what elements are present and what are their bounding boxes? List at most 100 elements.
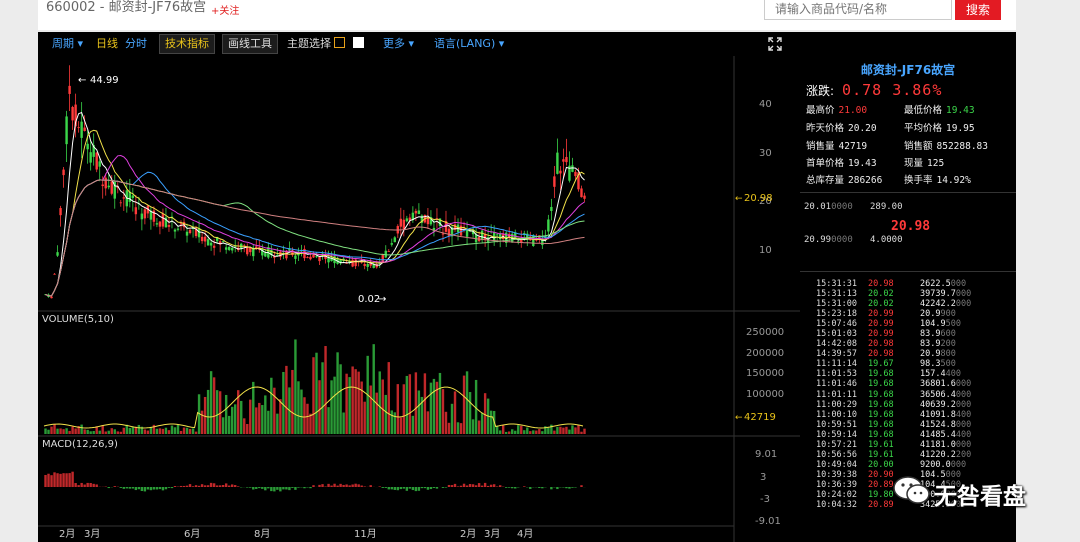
- price-axis-tick: 30: [759, 148, 772, 159]
- stat-current-volume: 现量 125: [904, 158, 945, 169]
- volume-bars: [43, 339, 586, 434]
- time-axis-label: 3月: [484, 528, 500, 540]
- trade-row: 10:59:51 19.68 41524.8000: [816, 419, 972, 430]
- volume-indicator-title: VOLUME(5,10): [42, 314, 114, 325]
- time-axis: 2月 3月 6月 8月 11月 2月 3月 4月: [59, 528, 533, 540]
- time-axis-label: 11月: [354, 528, 377, 540]
- trade-row: 14:42:08 20.98 83.9200: [816, 339, 956, 350]
- low-price-marker: 0.02: [358, 294, 380, 305]
- macd-axis: 9.01 3 -3 -9.01: [755, 449, 781, 527]
- sell-order: 20.010000 289.00: [804, 202, 903, 212]
- trade-row: 11:01:11 19.68 36506.4000: [816, 389, 972, 400]
- trade-row: 15:23:18 20.99 20.9900: [816, 309, 956, 320]
- theme-light-swatch[interactable]: [353, 37, 364, 48]
- stat-stock: 总库存量 286266: [806, 175, 883, 186]
- caret-down-icon: ▾: [408, 37, 415, 50]
- follow-link[interactable]: +关注: [211, 2, 239, 17]
- price-axis-tick: 40: [759, 99, 772, 110]
- watermark: 无咎看盘: [892, 472, 1052, 510]
- macd-axis-tick: 9.01: [755, 449, 777, 460]
- quote-title: 邮资封-JF76故宫: [860, 63, 956, 77]
- current-price-marker-arrow: ←: [735, 194, 743, 204]
- more-menu[interactable]: 更多 ▾: [383, 37, 414, 51]
- caret-down-icon: ▾: [498, 37, 505, 50]
- last-price: 20.98: [891, 219, 931, 234]
- stat-first-price: 首单价格 19.43: [806, 158, 877, 169]
- volume-axis: 250000 200000 150000 100000: [746, 327, 784, 400]
- trade-row: 15:07:46 20.99 104.9500: [816, 319, 961, 330]
- watermark-text: 无咎看盘: [934, 484, 1026, 510]
- time-axis-label: 6月: [184, 528, 200, 540]
- chart-toolbar: 周期 ▾ 日线 分时 技术指标 画线工具 主题选择 更多 ▾ 语言(LANG) …: [38, 32, 800, 56]
- stat-low: 最低价格 19.43: [904, 105, 975, 116]
- time-axis-label: 2月: [460, 528, 476, 540]
- high-price-marker: 44.99: [90, 75, 119, 86]
- trade-row: 11:00:29 19.68 40639.2000: [816, 399, 972, 410]
- macd-axis-tick: 3: [760, 472, 766, 483]
- volume-marker-arrow: ←: [735, 413, 743, 423]
- wechat-icon: [893, 476, 930, 504]
- trade-row: 10:57:21 19.61 41181.0000: [816, 439, 972, 450]
- trade-row: 10:59:14 19.68 41485.4400: [816, 429, 972, 440]
- stat-prev-close: 昨天价格 20.20: [806, 123, 877, 134]
- caret-down-icon: ▾: [77, 37, 84, 50]
- more-label: 更多: [383, 37, 405, 50]
- macd-indicator-title: MACD(12,26,9): [42, 439, 118, 450]
- product-code-title: 660002 - 邮资封-JF76故宫: [46, 0, 207, 15]
- stat-turnover: 换手率 14.92%: [904, 175, 971, 186]
- product-search-input[interactable]: [764, 0, 952, 20]
- trade-row: 11:01:46 19.68 36801.6000: [816, 379, 972, 390]
- trade-row: 11:11:14 19.67 98.3500: [816, 359, 956, 370]
- fullscreen-icon[interactable]: [768, 36, 782, 55]
- trade-row: 11:01:53 19.68 157.4400: [816, 369, 961, 380]
- buy-order: 20.990000 4.0000: [804, 235, 903, 245]
- time-axis-label: 8月: [254, 528, 270, 540]
- stat-avg: 平均价格 19.95: [904, 123, 975, 134]
- macd-axis-tick: -3: [760, 494, 770, 505]
- chart-grid: [38, 56, 800, 542]
- language-label: 语言(LANG): [434, 37, 496, 50]
- divider: [800, 192, 1016, 193]
- divider: [800, 271, 1016, 272]
- minute-tab[interactable]: 分时: [125, 37, 147, 51]
- trade-row: 14:39:57 20.98 20.9800: [816, 349, 956, 360]
- change-label: 涨跌:: [806, 84, 835, 98]
- trade-row: 15:31:31 20.98 2622.5000: [816, 279, 967, 289]
- macd-histogram: [44, 471, 586, 492]
- volume-axis-tick: 250000: [746, 327, 784, 338]
- tech-indicator-button[interactable]: 技术指标: [159, 34, 215, 54]
- trade-row: 15:31:13 20.02 39739.7000: [816, 289, 972, 300]
- top-bar: 660002 - 邮资封-JF76故宫 +关注 搜索: [38, 0, 1016, 30]
- kline-chart[interactable]: ← 44.99 0.02 → 40 30 20 10 ← 20.98 VOLUM…: [38, 56, 800, 542]
- volume-marker: 42719: [744, 412, 776, 423]
- period-menu[interactable]: 周期 ▾: [52, 37, 83, 51]
- price-axis: 40 30 20 10: [759, 99, 772, 256]
- trade-row: 10:49:04 20.00 9200.0000: [816, 459, 967, 470]
- stat-volume: 销售量 42719: [806, 141, 868, 152]
- macd-axis-tick: -9.01: [755, 516, 781, 527]
- trade-row: 15:31:00 20.02 42242.2000: [816, 299, 972, 310]
- low-marker-arrow: →: [378, 294, 386, 305]
- language-menu[interactable]: 语言(LANG) ▾: [434, 37, 504, 51]
- current-price-marker: 20.98: [744, 193, 773, 204]
- stat-amount: 销售额 852288.83: [904, 141, 988, 152]
- trade-row: 10:56:56 19.61 41220.2200: [816, 449, 972, 460]
- high-marker-arrow: ←: [78, 75, 86, 86]
- price-candles: [44, 65, 586, 299]
- time-axis-label: 3月: [84, 528, 100, 540]
- daily-tab[interactable]: 日线: [96, 37, 118, 51]
- volume-axis-tick: 200000: [746, 348, 784, 359]
- trade-row: 11:00:10 19.68 41091.8400: [816, 409, 972, 420]
- time-axis-label: 4月: [517, 528, 533, 540]
- price-axis-tick: 10: [759, 245, 772, 256]
- theme-dark-swatch[interactable]: [334, 37, 345, 48]
- trade-row: 15:01:03 20.99 83.9600: [816, 329, 956, 340]
- draw-tools-button[interactable]: 画线工具: [222, 34, 278, 54]
- change-value: 0.78 3.86%: [842, 81, 943, 99]
- quote-panel: 邮资封-JF76故宫 涨跌: 0.78 3.86% 最高价 21.00 最低价格 19…: [800, 32, 1016, 542]
- stat-high: 最高价 21.00: [806, 105, 868, 116]
- search-button[interactable]: 搜索: [955, 0, 1001, 20]
- volume-axis-tick: 150000: [746, 368, 784, 379]
- period-label: 周期: [52, 37, 74, 50]
- price-change: 涨跌: 0.78 3.86%: [806, 81, 942, 99]
